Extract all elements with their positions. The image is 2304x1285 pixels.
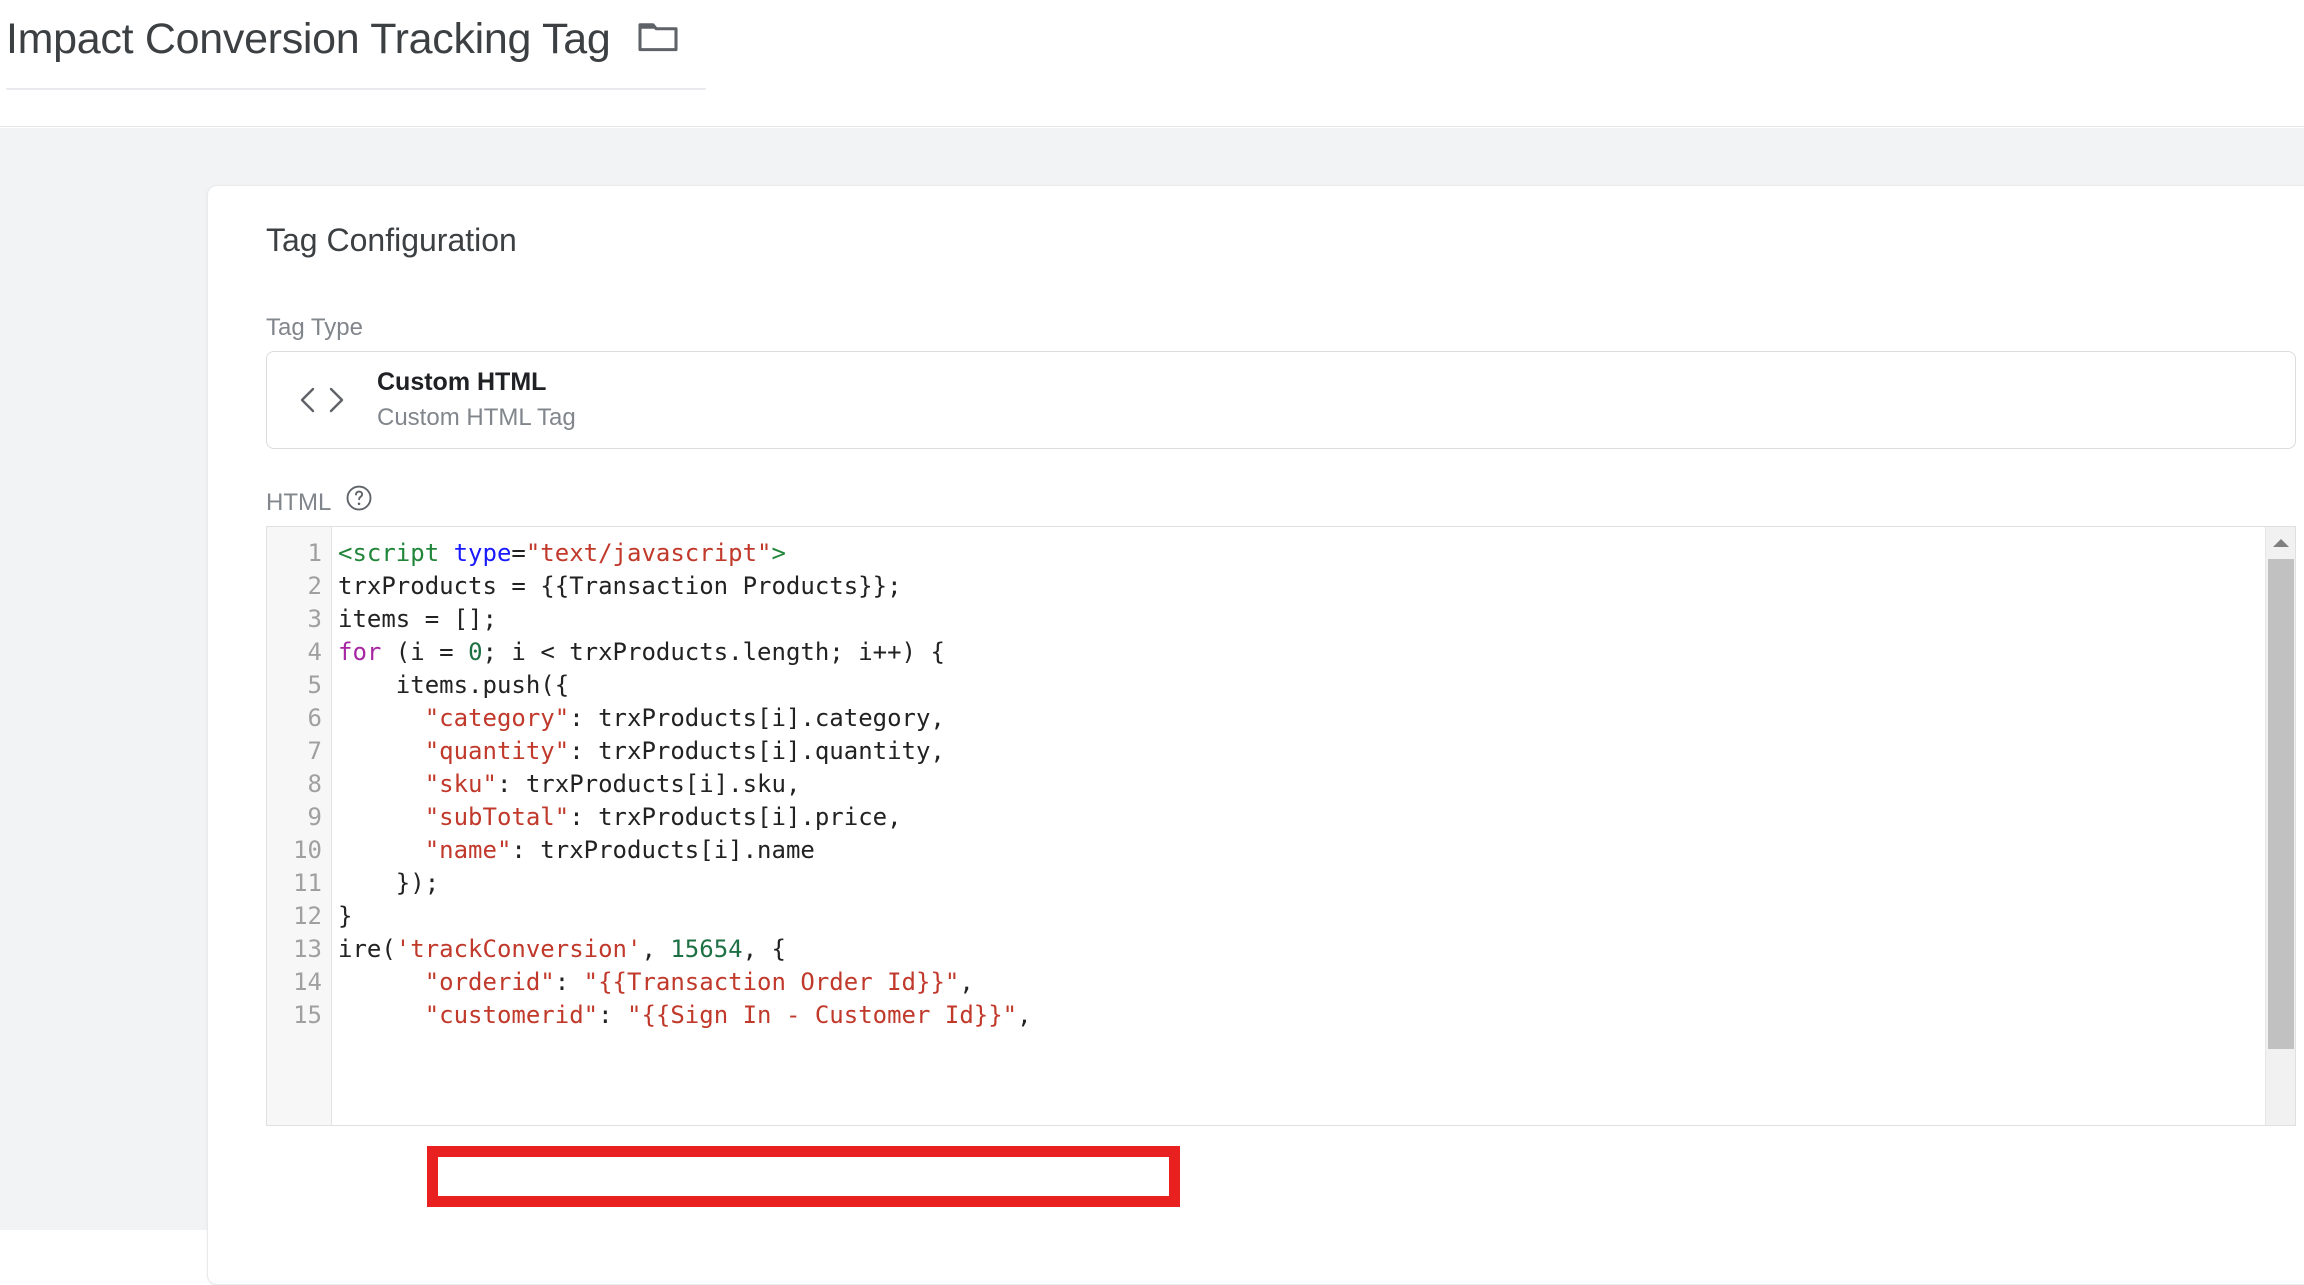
code-brackets-icon — [267, 380, 377, 420]
html-code-editor[interactable]: 1 2 3 4 5 6 7 8 9 10 11 12 13 14 15 <script type="text… — [266, 526, 2296, 1126]
tag-type-selector[interactable]: Custom HTML Custom HTML Tag — [266, 351, 2296, 449]
code-line: } — [338, 902, 353, 930]
code-line: "name": trxProducts[i].name — [424, 836, 815, 864]
line-number: 3 — [307, 605, 322, 633]
html-label: HTML — [266, 488, 332, 516]
line-number: 2 — [307, 572, 322, 600]
help-circle-icon[interactable] — [344, 483, 374, 522]
line-number: 4 — [307, 638, 322, 666]
line-number: 13 — [293, 935, 322, 963]
line-number: 14 — [293, 968, 322, 996]
page-body: Tag Configuration Tag Type Custom HTML C… — [0, 128, 2304, 1285]
page-title[interactable]: Impact Conversion Tracking Tag — [6, 10, 611, 68]
line-number: 10 — [293, 836, 322, 864]
code-line: "sku": trxProducts[i].sku, — [424, 770, 801, 798]
code-line: "subTotal": trxProducts[i].price, — [424, 803, 902, 831]
title-underline — [6, 88, 706, 90]
line-number: 5 — [307, 671, 322, 699]
line-number: 1 — [307, 539, 322, 567]
code-line: "customerid": "{{Sign In - Customer Id}}… — [424, 1001, 1032, 1029]
editor-code-area[interactable]: <script type="text/javascript"> trxProduc… — [332, 527, 2295, 1125]
code-line: }); — [338, 869, 440, 897]
line-number: 7 — [307, 737, 322, 765]
code-line: "category": trxProducts[i].category, — [424, 704, 945, 732]
line-number: 9 — [307, 803, 322, 831]
title-row: Impact Conversion Tracking Tag — [6, 10, 680, 68]
code-line: <script type="text/javascript"> — [338, 539, 786, 567]
tag-configuration-card: Tag Configuration Tag Type Custom HTML C… — [207, 185, 2304, 1285]
tag-type-text: Custom HTML Custom HTML Tag — [377, 367, 576, 433]
folder-icon[interactable] — [636, 19, 680, 60]
tag-type-name: Custom HTML — [377, 368, 547, 396]
code-line: items.push({ — [338, 671, 570, 699]
html-field-label-group: HTML — [266, 483, 374, 522]
tag-type-label: Tag Type — [266, 314, 363, 341]
editor-line-number-gutter: 1 2 3 4 5 6 7 8 9 10 11 12 13 14 15 — [267, 527, 332, 1125]
editor-vertical-scrollbar[interactable] — [2265, 527, 2295, 1125]
line-number: 6 — [307, 704, 322, 732]
line-number: 15 — [293, 1001, 322, 1029]
scroll-up-arrow-icon[interactable] — [2266, 527, 2295, 559]
app-header: Impact Conversion Tracking Tag — [0, 0, 2304, 127]
code-line: ire('trackConversion', 15654, { — [338, 935, 786, 963]
tag-configuration-heading: Tag Configuration — [266, 222, 517, 258]
code-line: for (i = 0; i < trxProducts.length; i++)… — [338, 638, 945, 666]
scrollbar-thumb[interactable] — [2268, 559, 2294, 1049]
line-number: 12 — [293, 902, 322, 930]
code-line: items = []; — [338, 605, 497, 633]
code-line: trxProducts = {{Transaction Products}}; — [338, 572, 902, 600]
code-line: "orderid": "{{Transaction Order Id}}", — [424, 968, 974, 996]
line-number: 8 — [307, 770, 322, 798]
tag-type-description: Custom HTML Tag — [377, 404, 576, 431]
line-number: 11 — [293, 869, 322, 897]
code-line: "quantity": trxProducts[i].quantity, — [424, 737, 945, 765]
